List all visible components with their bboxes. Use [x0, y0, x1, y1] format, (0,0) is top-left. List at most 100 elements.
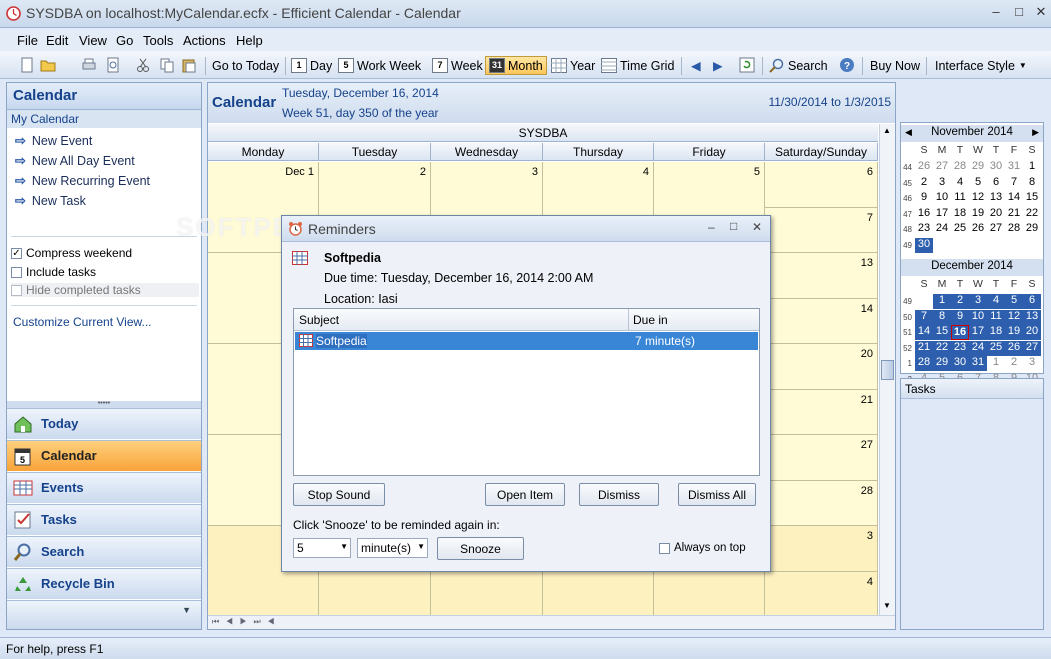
new-event-action[interactable]: ⇨ New Event — [15, 133, 92, 149]
close-button[interactable]: ✕ — [1030, 4, 1051, 20]
hide-completed-tasks-checkbox[interactable]: Hide completed tasks — [11, 283, 199, 297]
year-view-button[interactable]: Year — [551, 56, 595, 75]
weekend-day-cell[interactable]: 7 — [765, 207, 878, 253]
mini-day[interactable]: 2 — [915, 176, 933, 191]
mini-day[interactable]: 7 — [915, 309, 933, 325]
month-view-button[interactable]: 31 Month — [485, 56, 547, 75]
mini-day[interactable]: 30 — [951, 356, 969, 371]
mini-day[interactable]: 31 — [1005, 160, 1023, 175]
mini-day[interactable]: 5 — [969, 176, 987, 191]
mini-day[interactable]: 28 — [915, 356, 933, 371]
mini-day[interactable]: 26 — [1005, 340, 1023, 356]
vertical-scrollbar[interactable]: ▲ ▼ — [879, 124, 895, 615]
mini-day[interactable]: 12 — [1005, 309, 1023, 325]
mini-day[interactable]: 28 — [951, 160, 969, 175]
compress-weekend-checkbox[interactable]: ✓ Compress weekend — [11, 246, 132, 260]
weekend-day-cell[interactable]: 28 — [765, 480, 878, 526]
work-week-view-button[interactable]: 5 Work Week — [338, 56, 421, 75]
interface-style-dropdown[interactable]: Interface Style ▼ — [935, 56, 1027, 75]
mini-day[interactable]: 24 — [933, 222, 951, 237]
nav-events[interactable]: Events — [7, 472, 201, 503]
open-folder-icon[interactable] — [40, 57, 56, 73]
mini-day[interactable]: 20 — [1023, 325, 1041, 340]
weekend-day-cell[interactable]: 21 — [765, 389, 878, 435]
new-recurring-event-action[interactable]: ⇨ New Recurring Event — [15, 173, 150, 189]
menu-view[interactable]: View — [79, 33, 107, 48]
weekend-day-cell[interactable]: 3 — [765, 526, 878, 572]
print-preview-icon[interactable] — [105, 57, 121, 73]
mini-day[interactable]: 3 — [1023, 356, 1041, 371]
mini-day[interactable]: 16 — [951, 325, 969, 340]
mini-day[interactable]: 6 — [987, 176, 1005, 191]
mini-day[interactable]: 3 — [969, 294, 987, 309]
mini-day[interactable]: 31 — [969, 356, 987, 371]
mini-day[interactable]: 10 — [969, 309, 987, 325]
open-item-button[interactable]: Open Item — [485, 483, 565, 506]
mini-day[interactable]: 27 — [1023, 340, 1041, 356]
nav-today[interactable]: Today — [7, 408, 201, 439]
scroll-down-icon[interactable]: ▼ — [883, 601, 891, 610]
mini-day[interactable]: 25 — [987, 340, 1005, 356]
mini-day[interactable]: 30 — [915, 237, 933, 253]
weekend-day-cell[interactable]: 4 — [765, 571, 878, 617]
mini-day[interactable]: 17 — [933, 207, 951, 222]
mini-day[interactable]: 9 — [915, 191, 933, 206]
mini-day[interactable]: 21 — [915, 340, 933, 356]
mini-day[interactable]: 27 — [987, 222, 1005, 237]
dialog-close-button[interactable]: ✕ — [752, 220, 762, 234]
weekend-day-cell[interactable]: 6 — [765, 162, 878, 208]
week-view-button[interactable]: 7 Week — [432, 56, 483, 75]
menu-file[interactable]: File — [17, 33, 38, 48]
stop-sound-button[interactable]: Stop Sound — [293, 483, 385, 506]
mini-day[interactable]: 10 — [933, 191, 951, 206]
time-grid-view-button[interactable]: Time Grid — [601, 56, 674, 75]
include-tasks-checkbox[interactable]: Include tasks — [11, 265, 96, 279]
prev-record-icon[interactable]: ◀ — [226, 617, 233, 626]
column-due-in[interactable]: Due in — [629, 309, 759, 331]
snooze-button[interactable]: Snooze — [437, 537, 524, 560]
mini-day[interactable]: 30 — [987, 160, 1005, 175]
scroll-left-icon[interactable]: ◀ — [267, 617, 274, 626]
refresh-icon[interactable] — [739, 57, 755, 73]
mini-day[interactable]: 11 — [987, 309, 1005, 325]
menu-edit[interactable]: Edit — [46, 33, 68, 48]
mini-day[interactable]: 28 — [1005, 222, 1023, 237]
reminder-row[interactable]: Softpedia 7 minute(s) — [295, 332, 758, 350]
mini-day[interactable]: 2 — [1005, 356, 1023, 371]
always-on-top-checkbox[interactable]: Always on top — [659, 542, 746, 554]
splitter-handle[interactable]: ••••• — [7, 400, 201, 408]
mini-day[interactable]: 1 — [933, 294, 951, 309]
go-to-today-button[interactable]: Go to Today — [212, 56, 279, 75]
menu-tools[interactable]: Tools — [143, 33, 173, 48]
mini-day[interactable]: 14 — [915, 325, 933, 340]
scroll-up-icon[interactable]: ▲ — [883, 126, 891, 135]
column-subject[interactable]: Subject — [294, 309, 629, 331]
new-task-action[interactable]: ⇨ New Task — [15, 193, 86, 209]
mini-day[interactable]: 3 — [933, 176, 951, 191]
mini-day[interactable]: 15 — [933, 325, 951, 340]
dialog-maximize-button[interactable]: □ — [730, 219, 737, 233]
scroll-thumb[interactable] — [881, 360, 894, 380]
mini-day[interactable]: 9 — [951, 309, 969, 325]
mini-day[interactable]: 24 — [969, 340, 987, 356]
mini-day[interactable]: 16 — [915, 207, 933, 222]
mini-day[interactable]: 17 — [969, 325, 987, 340]
mini-day[interactable]: 15 — [1023, 191, 1041, 206]
mini-day[interactable]: 25 — [951, 222, 969, 237]
first-record-icon[interactable]: ⏮ — [212, 617, 219, 626]
mini-next-month-icon[interactable]: ▶ — [1032, 127, 1039, 138]
copy-icon[interactable] — [159, 57, 175, 73]
nav-calendar[interactable]: 5 Calendar — [7, 440, 201, 471]
customize-view-link[interactable]: Customize Current View... — [13, 315, 152, 329]
mini-day[interactable]: 4 — [951, 176, 969, 191]
weekend-day-cell[interactable]: 14 — [765, 298, 878, 344]
mini-day[interactable]: 29 — [1023, 222, 1041, 237]
mini-day[interactable]: 13 — [987, 191, 1005, 206]
new-all-day-event-action[interactable]: ⇨ New All Day Event — [15, 153, 135, 169]
buy-now-button[interactable]: Buy Now — [870, 56, 920, 75]
print-icon[interactable] — [81, 57, 97, 73]
search-button[interactable]: Search — [769, 56, 828, 75]
cut-icon[interactable] — [135, 57, 151, 73]
mini-day[interactable]: 7 — [1005, 176, 1023, 191]
menu-help[interactable]: Help — [236, 33, 263, 48]
